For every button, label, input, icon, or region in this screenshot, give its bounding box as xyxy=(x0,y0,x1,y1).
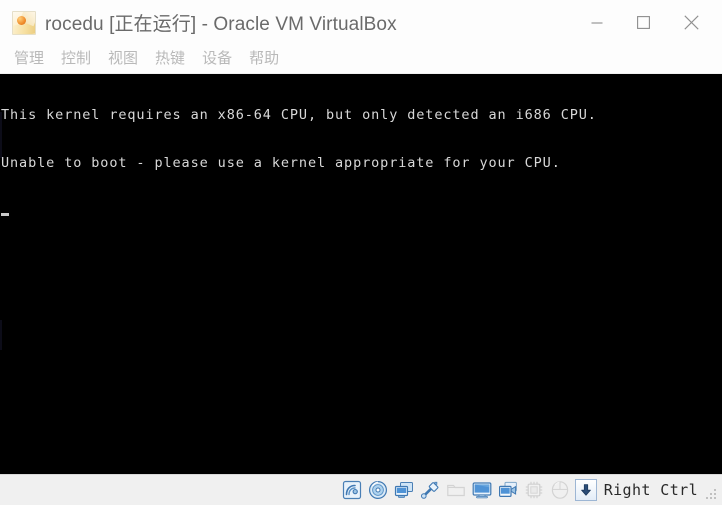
maximize-button[interactable] xyxy=(620,0,666,45)
window-title: rocedu [正在运行] - Oracle VM VirtualBox xyxy=(45,14,397,35)
minimize-button[interactable] xyxy=(574,0,620,45)
close-icon xyxy=(683,15,699,30)
menu-bar: 管理 控制 视图 热键 设备 帮助 xyxy=(0,45,722,74)
title-bar-left: rocedu [正在运行] - Oracle VM VirtualBox xyxy=(0,9,574,36)
shared-folder-icon[interactable] xyxy=(445,479,467,501)
menu-item-machine[interactable]: 控制 xyxy=(53,47,100,71)
display-icon[interactable] xyxy=(471,479,493,501)
hard-disk-icon[interactable] xyxy=(341,479,363,501)
vm-console-output: This kernel requires an x86-64 CPU, but … xyxy=(0,75,597,251)
virtualbox-icon xyxy=(12,10,36,35)
host-key-label: Right Ctrl xyxy=(603,481,698,499)
menu-item-help[interactable]: 帮助 xyxy=(241,47,288,71)
network-icon[interactable] xyxy=(393,479,415,501)
status-bar: Right Ctrl xyxy=(0,474,722,505)
window-controls xyxy=(574,0,722,45)
menu-item-devices[interactable]: 设备 xyxy=(194,47,241,71)
maximize-icon xyxy=(636,16,650,29)
menu-item-view[interactable]: 视图 xyxy=(100,47,147,71)
minimize-icon xyxy=(591,21,603,24)
vm-display[interactable]: This kernel requires an x86-64 CPU, but … xyxy=(0,74,722,474)
mouse-icon[interactable] xyxy=(549,479,571,501)
menu-item-input[interactable]: 热键 xyxy=(147,47,194,71)
close-button[interactable] xyxy=(666,0,716,45)
cpu-chip-icon[interactable] xyxy=(523,479,545,501)
video-capture-icon[interactable] xyxy=(497,479,519,501)
down-arrow-icon xyxy=(580,484,591,496)
resize-grip-icon[interactable] xyxy=(704,487,718,501)
block-cursor xyxy=(1,213,9,216)
console-line: Unable to boot - please use a kernel app… xyxy=(1,155,561,171)
menu-item-manage[interactable]: 管理 xyxy=(6,47,53,71)
optical-disc-icon[interactable] xyxy=(367,479,389,501)
console-cursor-line xyxy=(1,203,597,219)
title-bar[interactable]: rocedu [正在运行] - Oracle VM VirtualBox xyxy=(0,0,722,45)
console-line: This kernel requires an x86-64 CPU, but … xyxy=(1,107,597,123)
usb-icon[interactable] xyxy=(419,479,441,501)
host-key-button[interactable] xyxy=(574,479,597,501)
virtualbox-window: rocedu [正在运行] - Oracle VM VirtualBox 管理 … xyxy=(0,0,722,505)
